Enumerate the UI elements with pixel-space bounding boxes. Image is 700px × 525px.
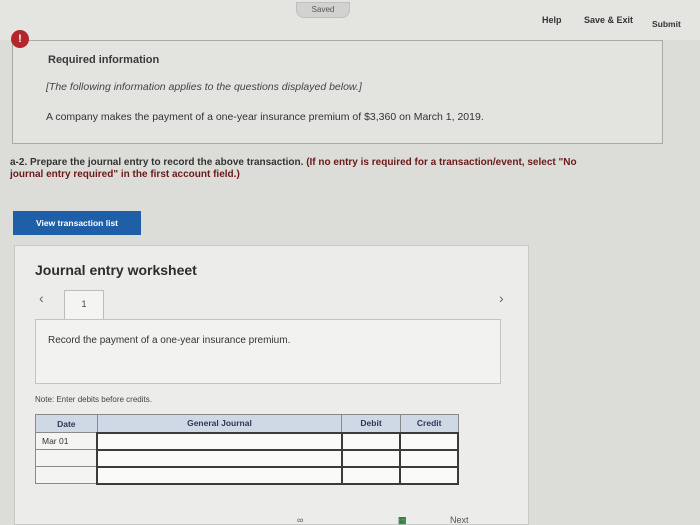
chevron-left-icon[interactable]: ‹ xyxy=(39,290,44,306)
credit-field[interactable] xyxy=(399,431,459,451)
table-row xyxy=(35,448,459,468)
account-field[interactable] xyxy=(96,431,343,451)
table-row xyxy=(35,465,459,485)
info-title: Required information xyxy=(48,54,160,66)
table-row: Mar 01 xyxy=(35,431,459,451)
save-exit-link[interactable]: Save & Exit xyxy=(584,15,633,25)
question-part-1: a-2. Prepare the journal entry to record… xyxy=(10,157,304,168)
credit-field[interactable] xyxy=(399,465,459,485)
info-text: A company makes the payment of a one-yea… xyxy=(46,111,484,123)
info-note: [The following information applies to th… xyxy=(46,81,362,93)
journal-entry-worksheet: Journal entry worksheet ‹ 1 › Record the… xyxy=(14,245,529,525)
submit-link[interactable]: Submit xyxy=(652,19,681,29)
question-text: a-2. Prepare the journal entry to record… xyxy=(10,157,698,181)
question-part-2: (If no entry is required for a transacti… xyxy=(306,157,577,168)
debit-field[interactable] xyxy=(340,431,402,451)
debit-credit-note: Note: Enter debits before credits. xyxy=(35,395,152,404)
worksheet-title: Journal entry worksheet xyxy=(35,262,197,278)
general-journal-column-header: General Journal xyxy=(96,414,343,433)
help-link[interactable]: Help xyxy=(542,15,562,25)
journal-table: Date General Journal Debit Credit Mar 01 xyxy=(35,414,459,485)
credit-field[interactable] xyxy=(399,448,459,468)
question-part-3: journal entry required" in the first acc… xyxy=(10,169,240,180)
alert-icon: ! xyxy=(11,30,29,48)
date-cell[interactable] xyxy=(35,449,98,467)
debit-field[interactable] xyxy=(340,448,402,468)
debit-column-header: Debit xyxy=(341,414,401,433)
grid-icon[interactable]: ▦ xyxy=(398,515,407,525)
saved-indicator: Saved xyxy=(296,2,350,18)
account-field[interactable] xyxy=(96,465,343,485)
debit-field[interactable] xyxy=(340,465,402,485)
worksheet-tab-1[interactable]: 1 xyxy=(64,290,104,320)
record-instruction-box: Record the payment of a one-year insuran… xyxy=(35,319,501,384)
account-field[interactable] xyxy=(96,448,343,468)
link-icon[interactable]: ∞ xyxy=(297,515,303,525)
chevron-right-icon[interactable]: › xyxy=(499,290,504,306)
date-column-header: Date xyxy=(35,414,98,433)
view-transaction-list-button[interactable]: View transaction list xyxy=(13,211,141,235)
record-instruction-text: Record the payment of a one-year insuran… xyxy=(48,335,291,346)
date-cell[interactable]: Mar 01 xyxy=(35,432,98,450)
next-button[interactable]: Next xyxy=(450,515,469,525)
credit-column-header: Credit xyxy=(399,414,459,433)
top-bar: Saved Help Save & Exit Submit xyxy=(0,0,700,40)
required-information-box: Required information [The following info… xyxy=(12,40,663,144)
date-cell[interactable] xyxy=(35,466,98,484)
